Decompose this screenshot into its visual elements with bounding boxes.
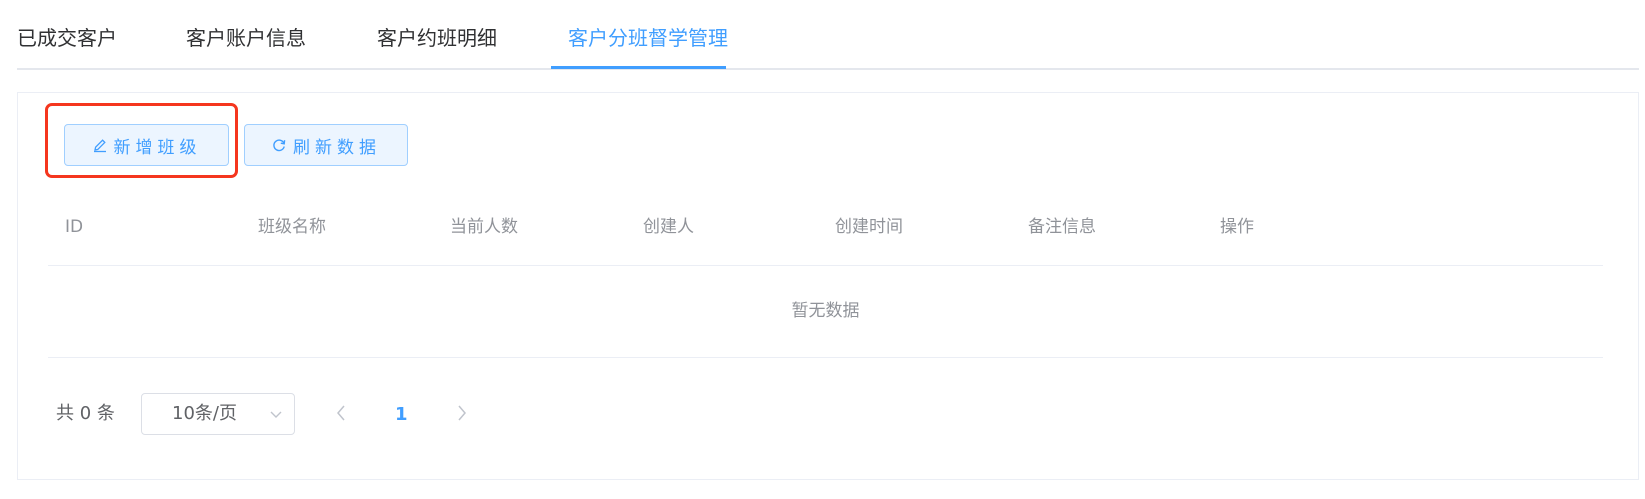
empty-table-message: 暂无数据 [791,301,860,321]
edit-icon [92,137,108,153]
column-header-class-name: 班级名称 [258,217,326,237]
chevron-down-icon [268,406,284,427]
refresh-data-button[interactable]: 刷新数据 [244,124,408,166]
chevron-right-icon [458,405,466,421]
column-header-actions: 操作 [1220,217,1254,237]
add-class-button[interactable]: 新增班级 [64,124,229,166]
tab-customer-account-info[interactable]: 客户账户信息 [186,24,306,52]
refresh-data-label: 刷新数据 [293,137,381,158]
page-number-1[interactable]: 1 [395,403,408,427]
add-class-label: 新增班级 [113,137,202,158]
column-header-remarks: 备注信息 [1028,217,1096,237]
chevron-left-icon [337,405,345,421]
page-size-value: 10条/页 [172,403,237,424]
refresh-icon [271,137,287,153]
pagination-total: 共 0 条 [56,403,115,424]
column-header-current-count: 当前人数 [450,217,518,237]
column-header-id: ID [65,217,84,237]
table-header-divider [48,265,1603,266]
tab-customer-booking-details[interactable]: 客户约班明细 [377,24,497,52]
column-header-created-time: 创建时间 [835,217,903,237]
prev-page-button[interactable] [334,400,348,430]
column-header-creator: 创建人 [643,217,694,237]
tab-class-supervision-management[interactable]: 客户分班督学管理 [568,24,728,52]
tab-closed-customers[interactable]: 已成交客户 [17,24,117,52]
page-size-select[interactable]: 10条/页 [141,393,295,435]
active-tab-indicator [551,66,726,69]
next-page-button[interactable] [455,400,469,430]
table-bottom-divider [48,357,1603,358]
